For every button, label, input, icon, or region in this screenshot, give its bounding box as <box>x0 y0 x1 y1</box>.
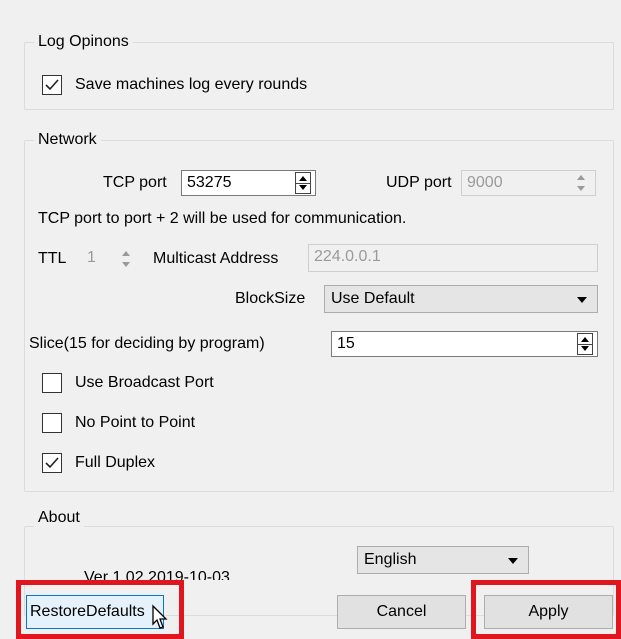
save-log-checkbox[interactable] <box>42 75 62 95</box>
chevron-down-icon <box>577 297 587 303</box>
spin-up-icon[interactable] <box>577 175 585 180</box>
duplex-checkbox[interactable] <box>42 453 62 473</box>
chevron-down-icon <box>508 558 518 564</box>
multicast-label: Multicast Address <box>153 250 279 267</box>
p2p-checkbox[interactable] <box>42 413 62 433</box>
broadcast-label: Use Broadcast Port <box>75 374 214 391</box>
version-clip: Ver 1.02 2019-10-03 <box>28 566 348 580</box>
blocksize-value: Use Default <box>331 290 415 307</box>
slice-label: Slice(15 for deciding by program) <box>29 335 265 352</box>
apply-highlight <box>471 580 621 639</box>
spin-down-icon[interactable] <box>577 186 585 191</box>
ttl-label: TTL <box>38 250 67 267</box>
log-options-title: Log Opinons <box>34 32 133 52</box>
spin-up-icon[interactable] <box>122 251 130 256</box>
p2p-label: No Point to Point <box>75 414 196 431</box>
language-select[interactable]: English <box>357 546 529 574</box>
slice-spinner[interactable] <box>577 333 593 355</box>
network-title: Network <box>34 130 101 150</box>
blocksize-label: BlockSize <box>235 290 306 307</box>
blocksize-select[interactable]: Use Default <box>324 285 598 313</box>
udp-port-label: UDP port <box>386 174 452 191</box>
check-icon <box>45 457 59 469</box>
slice-input[interactable]: 15 <box>331 331 598 357</box>
check-icon <box>45 79 59 91</box>
version-text: Ver 1.02 2019-10-03 <box>84 569 230 580</box>
tcp-port-label: TCP port <box>103 174 167 191</box>
multicast-input[interactable]: 224.0.0.1 <box>308 244 598 272</box>
restore-highlight <box>16 580 184 639</box>
save-log-label: Save machines log every rounds <box>75 76 308 93</box>
spin-down-icon[interactable] <box>299 185 307 190</box>
spin-down-icon[interactable] <box>581 346 589 351</box>
cancel-button[interactable]: Cancel <box>337 595 466 629</box>
duplex-label: Full Duplex <box>75 454 156 471</box>
about-title: About <box>34 508 84 528</box>
tcp-port-spinner[interactable] <box>295 172 311 194</box>
port-info-text: TCP port to port + 2 will be used for co… <box>38 210 407 227</box>
broadcast-checkbox[interactable] <box>42 373 62 393</box>
spin-up-icon[interactable] <box>581 337 589 342</box>
ttl-spinner[interactable] <box>119 248 135 270</box>
spin-up-icon[interactable] <box>299 176 307 181</box>
spin-down-icon[interactable] <box>122 262 130 267</box>
language-value: English <box>364 551 417 568</box>
udp-port-spinner[interactable] <box>574 172 590 194</box>
